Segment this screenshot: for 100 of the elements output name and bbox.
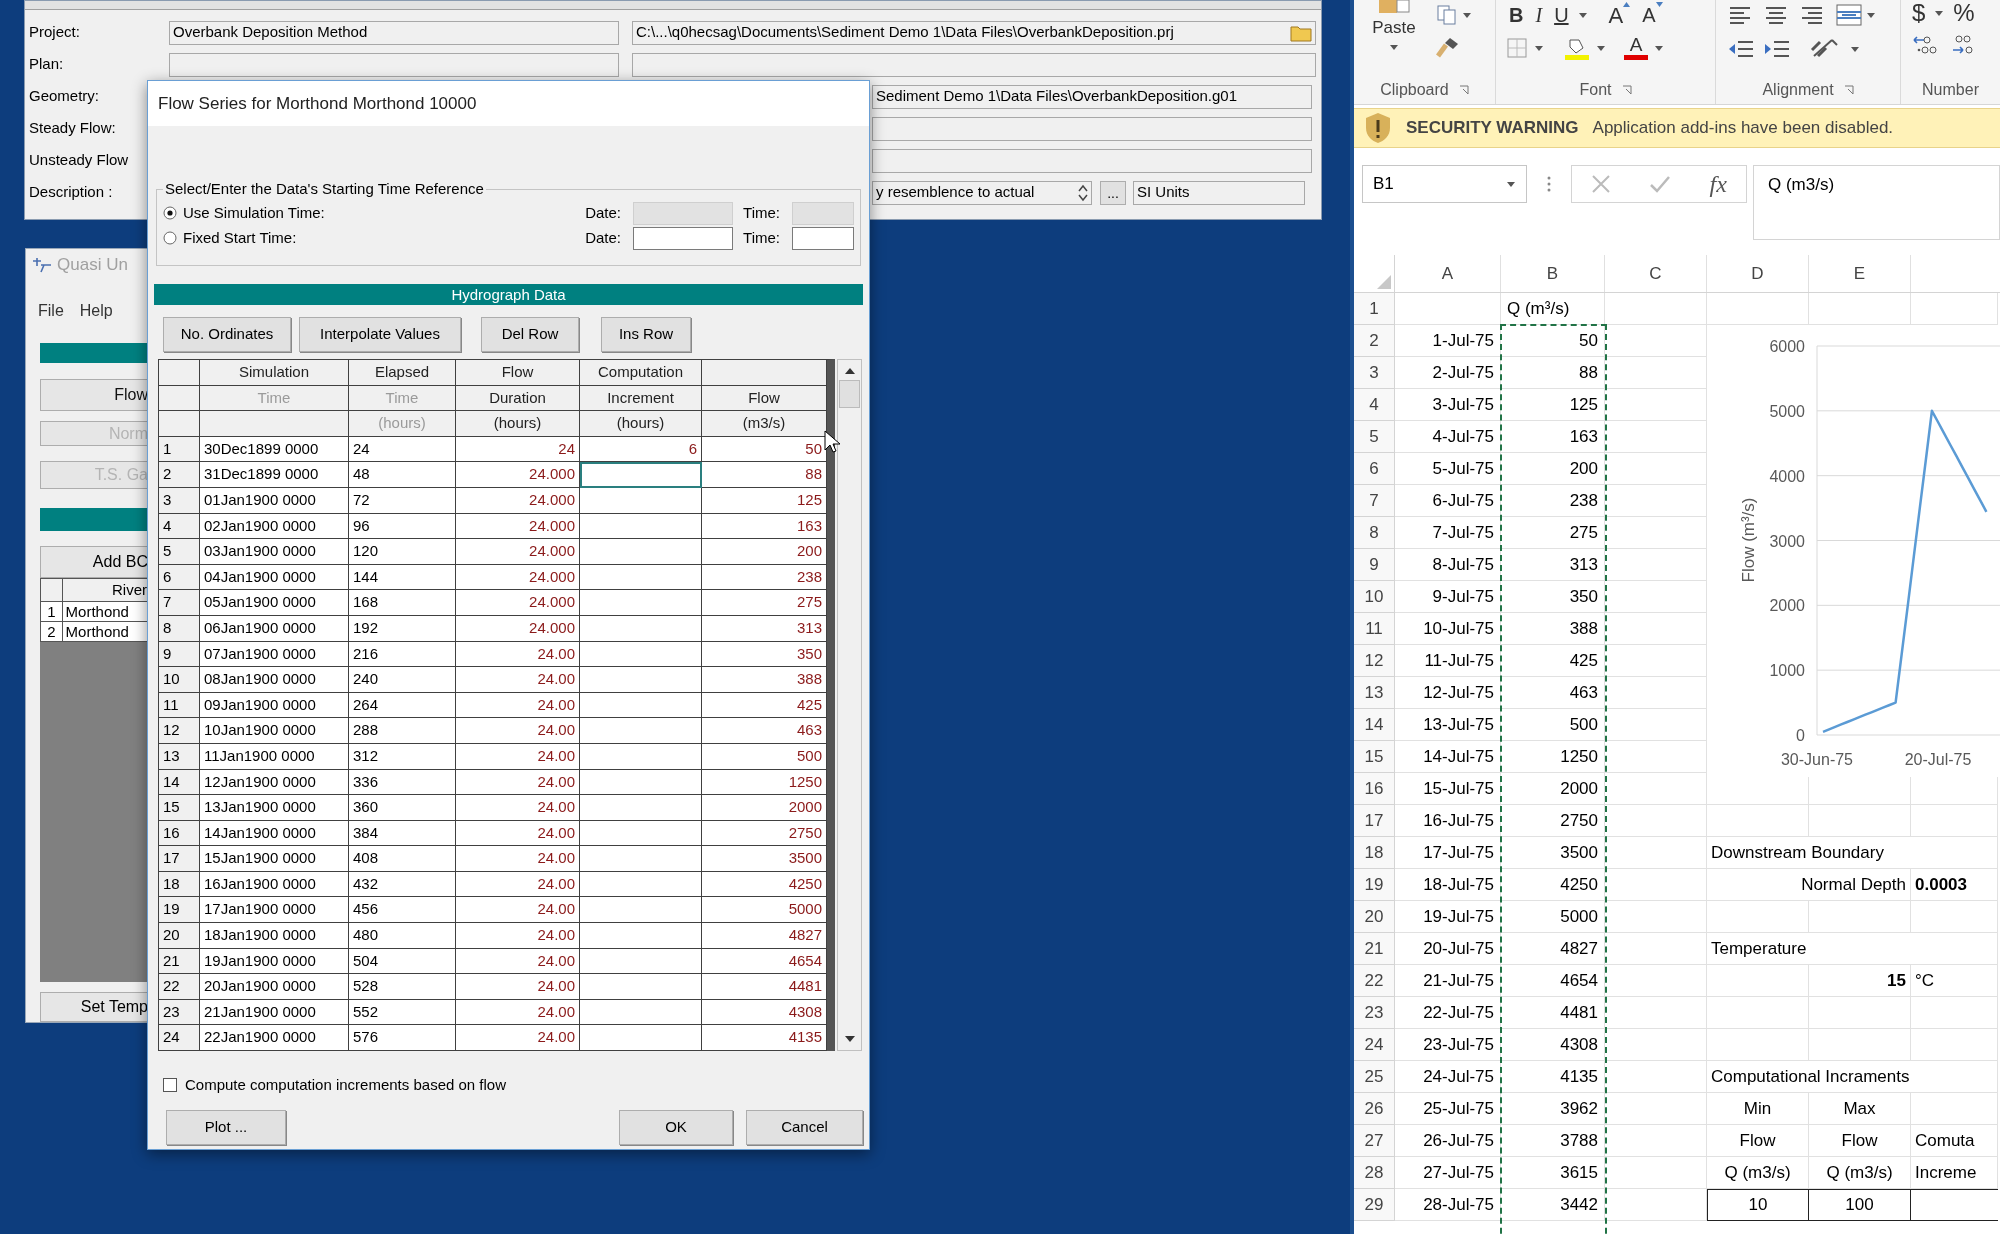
table-cell[interactable]: 24 [456,436,580,463]
row-header[interactable]: 8 [1354,517,1395,549]
orientation-icon[interactable] [1810,38,1840,60]
row-header[interactable]: 10 [1354,581,1395,613]
table-cell[interactable] [580,846,702,872]
table-cell[interactable]: 200 [702,539,827,565]
table-cell[interactable] [580,999,702,1026]
table-cell[interactable] [580,513,702,540]
table-cell[interactable] [580,667,702,693]
text-field[interactable] [169,52,619,77]
table-cell[interactable]: 24.00 [456,820,580,847]
table-cell[interactable]: 1250 [702,769,827,796]
table-cell[interactable]: 24.000 [456,615,580,642]
column-header[interactable]: D [1707,255,1809,292]
table-cell[interactable]: 24.00 [456,999,580,1026]
text-field[interactable]: C:\...\q0hecsag\Documents\Sediment Demo 1\Data Files\OverbankDeposition.prj [632,20,1316,45]
name-box[interactable]: B1 [1362,165,1527,203]
table-cell[interactable]: 4481 [702,974,827,1000]
row-header[interactable]: 3 [1354,357,1395,389]
copy-icon[interactable] [1436,4,1458,26]
row-header[interactable]: 19 [1354,869,1395,901]
row-header[interactable]: 14 [1354,709,1395,741]
button[interactable]: Ins Row [601,317,691,352]
button[interactable]: OK [619,1110,733,1146]
checkbox-label[interactable]: Compute computation increments based on flow [185,1073,506,1097]
table-cell[interactable]: 24.000 [456,564,580,591]
table-cell[interactable]: 88 [702,462,827,488]
column-header[interactable]: E [1809,255,1911,292]
row-header[interactable]: 15 [1354,741,1395,773]
table-cell[interactable] [580,897,702,924]
paste-button[interactable]: Paste [1362,0,1426,76]
button[interactable]: No. Ordinates [163,317,291,352]
time-field[interactable] [792,226,854,250]
table-cell[interactable]: 4308 [702,999,827,1026]
table-cell[interactable]: 24.000 [456,590,580,616]
table-cell[interactable] [580,948,702,975]
spinner-icon[interactable] [1078,183,1088,202]
table-cell[interactable]: 24.00 [456,1025,580,1052]
dialog-launcher-icon[interactable] [1621,85,1632,95]
row-header[interactable]: 7 [1354,485,1395,517]
table-cell[interactable]: 6 [580,436,702,463]
table-cell[interactable]: 24.000 [456,487,580,514]
table-cell[interactable]: 2000 [702,795,827,821]
table-cell[interactable]: 500 [702,743,827,770]
table-cell[interactable]: 24.00 [456,974,580,1000]
table-cell[interactable] [580,923,702,949]
table-cell[interactable] [580,974,702,1000]
row-header[interactable]: 5 [1354,421,1395,453]
text-field[interactable]: SI Units [1133,180,1305,205]
dialog-launcher-icon[interactable] [1843,85,1854,95]
column-header[interactable]: B [1501,255,1605,292]
table-cell[interactable]: 24.00 [456,897,580,924]
row-header[interactable]: 13 [1354,677,1395,709]
table-cell[interactable] [580,615,702,642]
radio-label[interactable]: Fixed Start Time: [183,226,297,250]
table-cell[interactable]: 24.00 [456,641,580,668]
table-cell[interactable]: 24.00 [456,769,580,796]
increase-indent-icon[interactable] [1764,40,1790,58]
text-field[interactable] [872,148,1312,173]
table-cell[interactable]: 425 [702,692,827,719]
row-header[interactable]: 9 [1354,549,1395,581]
table-cell[interactable]: 163 [702,513,827,540]
merge-cells-icon[interactable] [1836,4,1862,26]
scrollbar[interactable] [837,359,862,1051]
table-cell[interactable]: 125 [702,487,827,514]
column-header[interactable]: A [1395,255,1501,292]
row-header[interactable]: 29 [1354,1189,1395,1221]
menu-item[interactable]: File [38,299,64,323]
underline-button[interactable]: U [1551,2,1572,28]
table-cell[interactable]: 463 [702,718,827,744]
table-cell[interactable]: 238 [702,564,827,591]
row-header[interactable]: 23 [1354,997,1395,1029]
table-cell[interactable]: 2750 [702,820,827,847]
table-cell[interactable] [580,769,702,796]
row-header[interactable]: 12 [1354,645,1395,677]
row-header[interactable]: 28 [1354,1157,1395,1189]
button[interactable]: Cancel [746,1110,863,1146]
row-header[interactable]: 26 [1354,1093,1395,1125]
shrink-font-button[interactable]: A [1639,2,1666,28]
table-cell[interactable]: 4654 [702,948,827,975]
row-header[interactable]: 18 [1354,837,1395,869]
table-cell[interactable] [580,1025,702,1052]
table-cell[interactable] [580,692,702,719]
italic-button[interactable]: I [1532,2,1546,28]
radio-label[interactable]: Use Simulation Time: [183,201,325,225]
table-cell[interactable]: 4250 [702,871,827,898]
table-cell[interactable]: 24.000 [456,513,580,540]
button[interactable]: Plot ... [166,1110,286,1146]
table-cell[interactable]: 388 [702,667,827,693]
date-field[interactable] [633,226,734,250]
text-field[interactable] [632,52,1316,77]
table-cell[interactable]: 24.00 [456,692,580,719]
button[interactable]: Interpolate Values [299,317,461,352]
table-cell[interactable]: 5000 [702,897,827,924]
checkbox[interactable] [163,1078,177,1093]
format-painter-icon[interactable] [1436,36,1460,58]
function-button[interactable]: fx [1709,166,1727,202]
decrease-indent-icon[interactable] [1728,40,1754,58]
scroll-thumb[interactable] [839,380,860,408]
fill-color-icon[interactable] [1564,36,1590,60]
